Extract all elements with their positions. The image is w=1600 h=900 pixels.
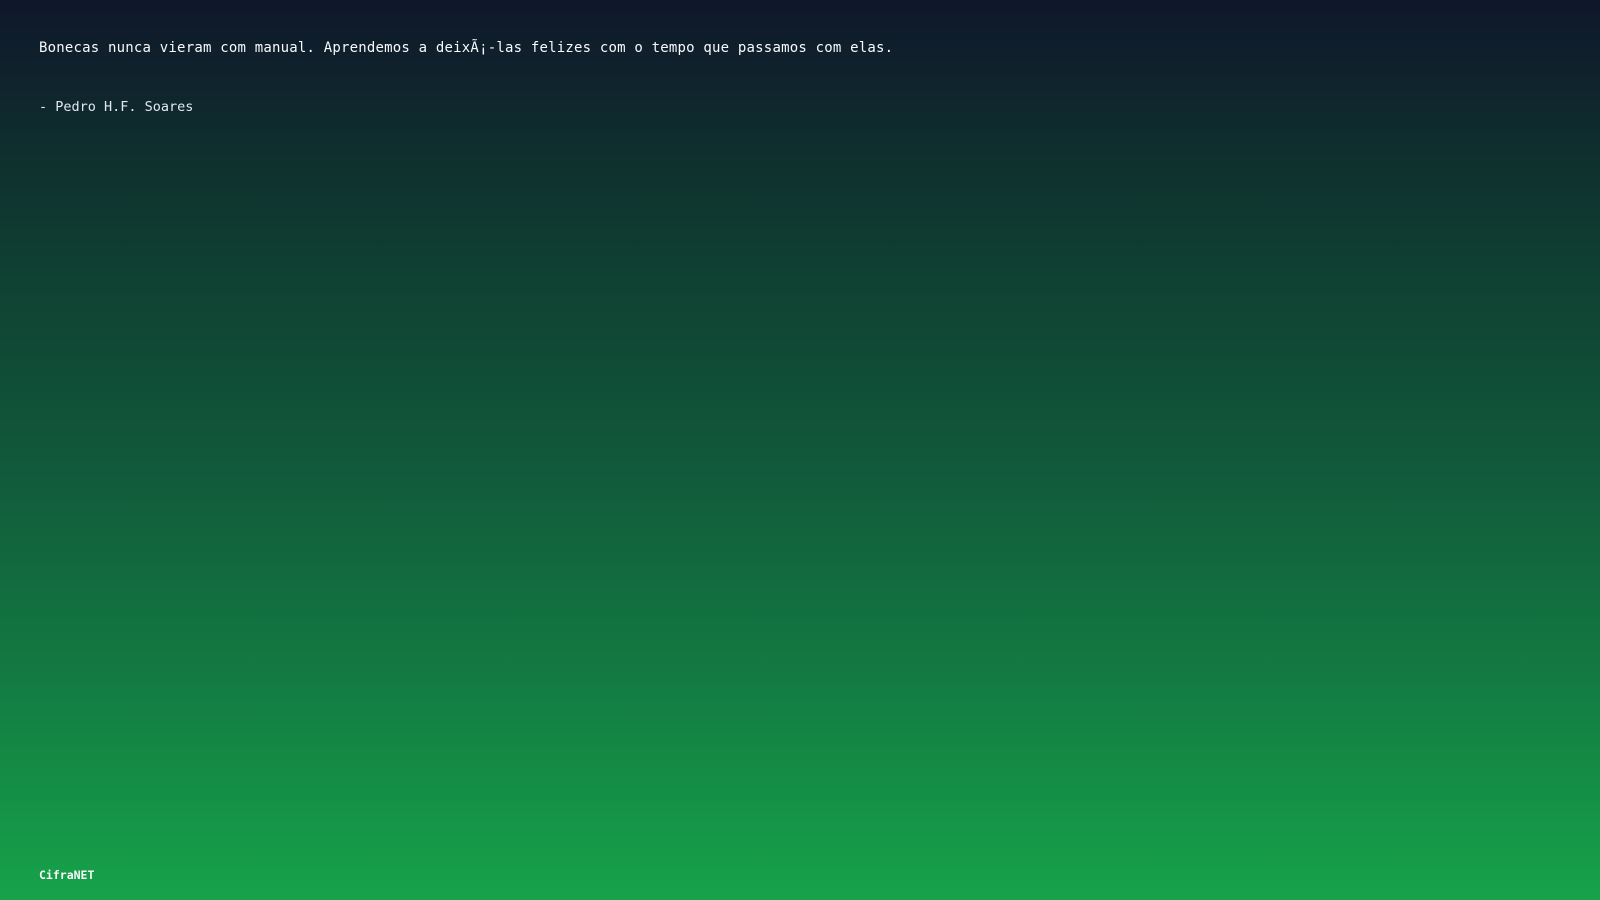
quote-text: Bonecas nunca vieram com manual. Aprende… (39, 40, 894, 56)
quote-screen: Bonecas nunca vieram com manual. Aprende… (0, 0, 1600, 900)
quote-author: - Pedro H.F. Soares (39, 99, 194, 115)
brand-label: CifraNET (39, 868, 95, 882)
quote-block: Bonecas nunca vieram com manual. Aprende… (39, 38, 893, 117)
